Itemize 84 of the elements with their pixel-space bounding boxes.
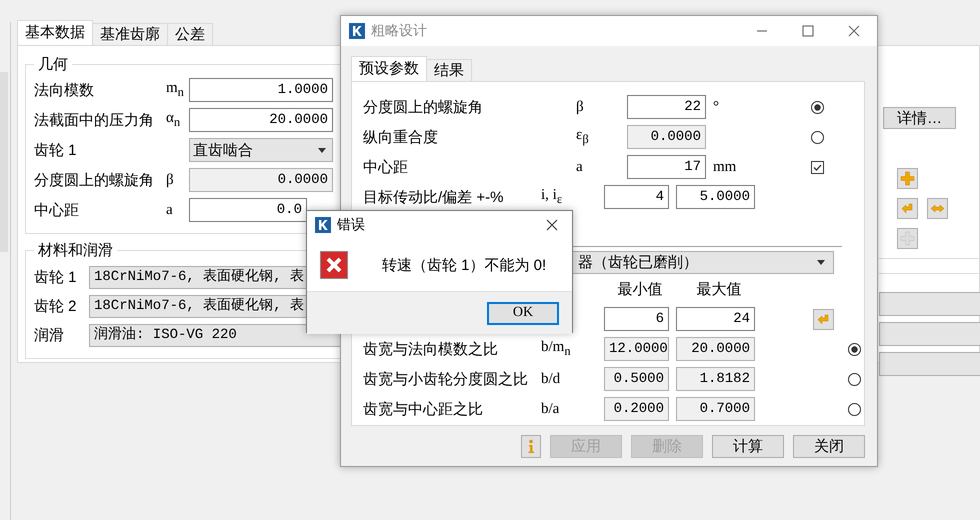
- radio-button[interactable]: [848, 402, 861, 416]
- symbol-label: β: [576, 98, 585, 116]
- close-icon[interactable]: [546, 219, 558, 231]
- radio-button[interactable]: [811, 100, 824, 114]
- input-field[interactable]: 1.0000: [189, 78, 333, 102]
- group-title: 材料和润滑: [34, 241, 117, 260]
- radio-button[interactable]: [811, 130, 824, 144]
- field-label: 齿宽与中心距之比: [363, 400, 484, 418]
- window-title: 粗略设计: [371, 22, 428, 40]
- symbol-label: b/m$_{n}$: [541, 339, 572, 359]
- column-header: 最大值: [696, 280, 742, 298]
- field-label: 齿轮 2: [34, 297, 78, 316]
- tab[interactable]: 公差: [167, 23, 213, 45]
- ok-button[interactable]: OK: [487, 302, 559, 324]
- field-label: 中心距: [363, 158, 409, 176]
- input-field[interactable]: 6: [604, 307, 669, 331]
- field-label: 齿宽与小齿轮分度圆之比: [363, 370, 529, 388]
- field-label: 齿宽与法向模数之比: [363, 340, 499, 358]
- material-field[interactable]: [879, 352, 980, 376]
- unit-label: °: [713, 98, 719, 114]
- input-field[interactable]: 0.0000: [189, 168, 333, 192]
- symbol-label: b/a: [541, 400, 560, 418]
- tab[interactable]: 结果: [426, 59, 472, 81]
- input-field[interactable]: 24: [676, 307, 755, 331]
- field-label: 齿轮 1: [34, 140, 78, 160]
- field-label: 纵向重合度: [363, 128, 439, 146]
- symbol-label: α$_{n}$: [166, 110, 182, 130]
- input-field[interactable]: 0.0: [189, 198, 307, 222]
- window-title: 错误: [337, 216, 366, 234]
- input-field[interactable]: 20.0000: [676, 337, 755, 361]
- error-icon: [320, 251, 348, 279]
- material-field[interactable]: 润滑油: ISO-VG 220: [89, 324, 341, 347]
- input-field[interactable]: 0.0000: [627, 125, 706, 149]
- radio-button[interactable]: [848, 342, 861, 356]
- input-field[interactable]: 5.0000: [676, 185, 755, 209]
- material-field[interactable]: [879, 292, 980, 316]
- field-label: 齿轮 1: [34, 268, 78, 287]
- radio-button[interactable]: [848, 372, 861, 386]
- dropdown[interactable]: 直齿啮合: [189, 138, 333, 162]
- symbol-label: β: [166, 172, 175, 188]
- field-label: 法向模数: [34, 80, 95, 100]
- field-label: 分度圆上的螺旋角: [34, 170, 155, 190]
- symbol-label: m$_{n}$: [166, 80, 185, 100]
- field-label: 目标传动比/偏差 +-%: [363, 188, 504, 206]
- field-label: 润滑: [34, 326, 65, 345]
- symbol-label: a: [166, 202, 174, 218]
- input-field[interactable]: 12.0000: [604, 337, 669, 361]
- field-label: 法截面中的压力角: [34, 110, 155, 130]
- material-field[interactable]: 18CrNiMo7-6, 表面硬化钢, 表: [89, 266, 307, 289]
- unit-label: mm: [713, 158, 736, 174]
- column-header: 最小值: [616, 280, 664, 298]
- plus-icon: [900, 171, 915, 186]
- field-label: 分度圆上的螺旋角: [363, 98, 484, 116]
- input-field[interactable]: 1.8182: [676, 367, 755, 391]
- maximize-icon[interactable]: [802, 25, 814, 37]
- checkbox[interactable]: [811, 160, 824, 174]
- input-field[interactable]: 0.5000: [604, 367, 669, 391]
- material-field[interactable]: [879, 322, 980, 346]
- input-field[interactable]: 0.7000: [676, 397, 755, 421]
- app-logo-icon: [315, 217, 331, 233]
- input-field[interactable]: 0.2000: [604, 397, 669, 421]
- symbol-label: i, i$_{ε}$: [541, 187, 564, 207]
- symbol-label: ε$_{β}$: [576, 127, 590, 147]
- field-label: 中心距: [34, 200, 80, 220]
- dialog-button[interactable]: 计算: [712, 435, 784, 458]
- symbol-label: a: [576, 158, 584, 176]
- input-field[interactable]: 4: [604, 185, 669, 209]
- error-message: 转速（齿轮 1）不能为 0!: [382, 256, 546, 274]
- caret-icon: [817, 260, 825, 265]
- return-arrow-icon: [816, 312, 831, 326]
- return-arrow-icon: [900, 201, 915, 216]
- input-field[interactable]: 17: [627, 155, 706, 179]
- app-logo-icon: [349, 23, 365, 39]
- symbol-label: b/d: [541, 370, 562, 388]
- input-field[interactable]: 20.0000: [189, 108, 333, 132]
- input-field[interactable]: 22: [627, 95, 706, 119]
- caret-icon: [318, 148, 326, 152]
- details-button[interactable]: 详情…: [883, 107, 956, 129]
- tab[interactable]: 基本数据: [17, 20, 93, 45]
- close-icon[interactable]: [848, 25, 860, 37]
- dialog-button[interactable]: 关闭: [793, 435, 865, 458]
- group-title: 几何: [34, 55, 72, 74]
- material-field[interactable]: 18CrNiMo7-6, 表面硬化钢, 表: [89, 295, 307, 318]
- tab[interactable]: 预设参数: [351, 56, 427, 81]
